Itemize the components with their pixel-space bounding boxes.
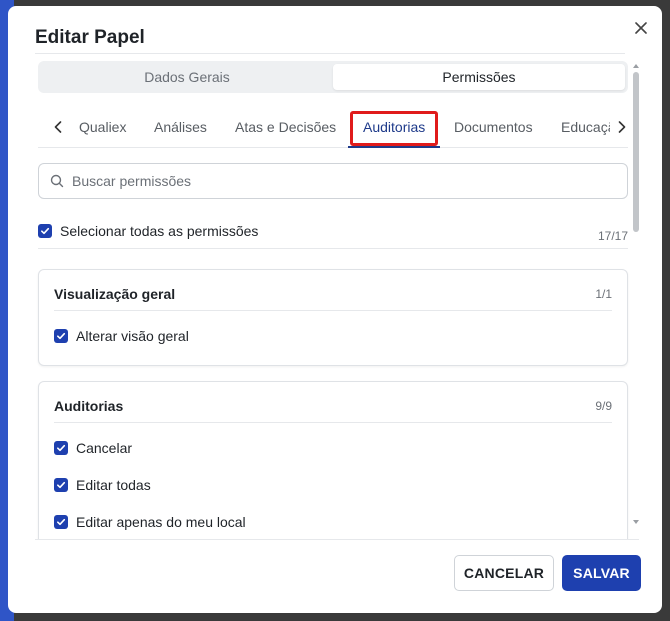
permission-checkbox[interactable]: [54, 441, 68, 455]
tabs-next-button[interactable]: [614, 118, 630, 136]
scroll-down-icon[interactable]: [633, 520, 639, 524]
permission-label: Alterar visão geral: [76, 328, 189, 344]
tab-analises[interactable]: Análises: [154, 119, 207, 135]
close-button[interactable]: [632, 19, 650, 37]
active-tab-indicator: [348, 146, 440, 148]
permission-label: Editar todas: [76, 477, 151, 493]
check-icon: [57, 518, 66, 526]
permissions-scroll-area[interactable]: Selecionar todas as permissões 17/17 Vis…: [8, 151, 662, 539]
tabs-prev-button[interactable]: [50, 118, 66, 136]
cancel-button[interactable]: CANCELAR: [454, 555, 554, 591]
permission-group-card: Visualização geral 1/1 Alterar visão ger…: [38, 269, 628, 366]
permission-group-card: Auditorias 9/9 Cancelar Editar todas Edi…: [38, 381, 628, 539]
edit-role-dialog: Editar Papel Dados Gerais Permissões Qua…: [8, 6, 662, 613]
group-count: 9/9: [595, 399, 612, 413]
select-all-count: 17/17: [597, 229, 628, 243]
vertical-scrollbar[interactable]: [632, 64, 640, 530]
permission-item[interactable]: Alterar visão geral: [54, 328, 189, 344]
group-divider: [54, 310, 612, 311]
tab-atas-e-decisoes[interactable]: Atas e Decisões: [235, 119, 336, 135]
select-all-checkbox-row[interactable]: Selecionar todas as permissões: [38, 223, 258, 239]
tab-qualiex[interactable]: Qualiex: [79, 119, 126, 135]
select-all-label: Selecionar todas as permissões: [60, 223, 259, 239]
segment-dados-gerais[interactable]: Dados Gerais: [41, 64, 333, 90]
search-box: [38, 163, 628, 199]
permission-tabs: Qualiex Análises Atas e Decisões Auditor…: [38, 108, 628, 148]
group-title: Auditorias: [54, 398, 124, 414]
permission-checkbox[interactable]: [54, 478, 68, 492]
header-divider: [35, 53, 625, 54]
select-all-checkbox[interactable]: [38, 224, 52, 238]
select-all-row: Selecionar todas as permissões 17/17: [38, 221, 628, 249]
close-icon: [635, 22, 647, 34]
search-icon: [50, 174, 64, 188]
permission-item[interactable]: Editar todas: [54, 477, 151, 493]
dialog-title: Editar Papel: [35, 27, 145, 48]
group-divider: [54, 422, 612, 423]
chevron-right-icon: [618, 121, 626, 133]
tab-educacao-clip: Educação: [560, 108, 610, 146]
permission-checkbox[interactable]: [54, 329, 68, 343]
tab-documentos[interactable]: Documentos: [454, 119, 533, 135]
permission-label: Editar apenas do meu local: [76, 514, 246, 530]
save-button[interactable]: SALVAR: [562, 555, 641, 591]
chevron-left-icon: [54, 121, 62, 133]
permission-label: Cancelar: [76, 440, 133, 456]
scroll-up-icon[interactable]: [633, 64, 639, 68]
tab-educacao[interactable]: Educação: [561, 119, 610, 135]
permission-item[interactable]: Editar apenas do meu local: [54, 514, 246, 530]
group-title: Visualização geral: [54, 286, 176, 302]
permission-item[interactable]: Cancelar: [54, 440, 132, 456]
check-icon: [41, 227, 50, 235]
tab-auditorias[interactable]: Auditorias: [363, 119, 425, 135]
segmented-control: Dados Gerais Permissões: [38, 61, 628, 93]
check-icon: [57, 481, 66, 489]
check-icon: [57, 444, 66, 452]
segment-permissoes[interactable]: Permissões: [333, 64, 625, 90]
permission-checkbox[interactable]: [54, 515, 68, 529]
search-input[interactable]: [72, 173, 592, 189]
footer-divider: [35, 539, 639, 540]
scrollbar-thumb[interactable]: [633, 72, 639, 232]
check-icon: [57, 332, 66, 340]
group-count: 1/1: [595, 287, 612, 301]
